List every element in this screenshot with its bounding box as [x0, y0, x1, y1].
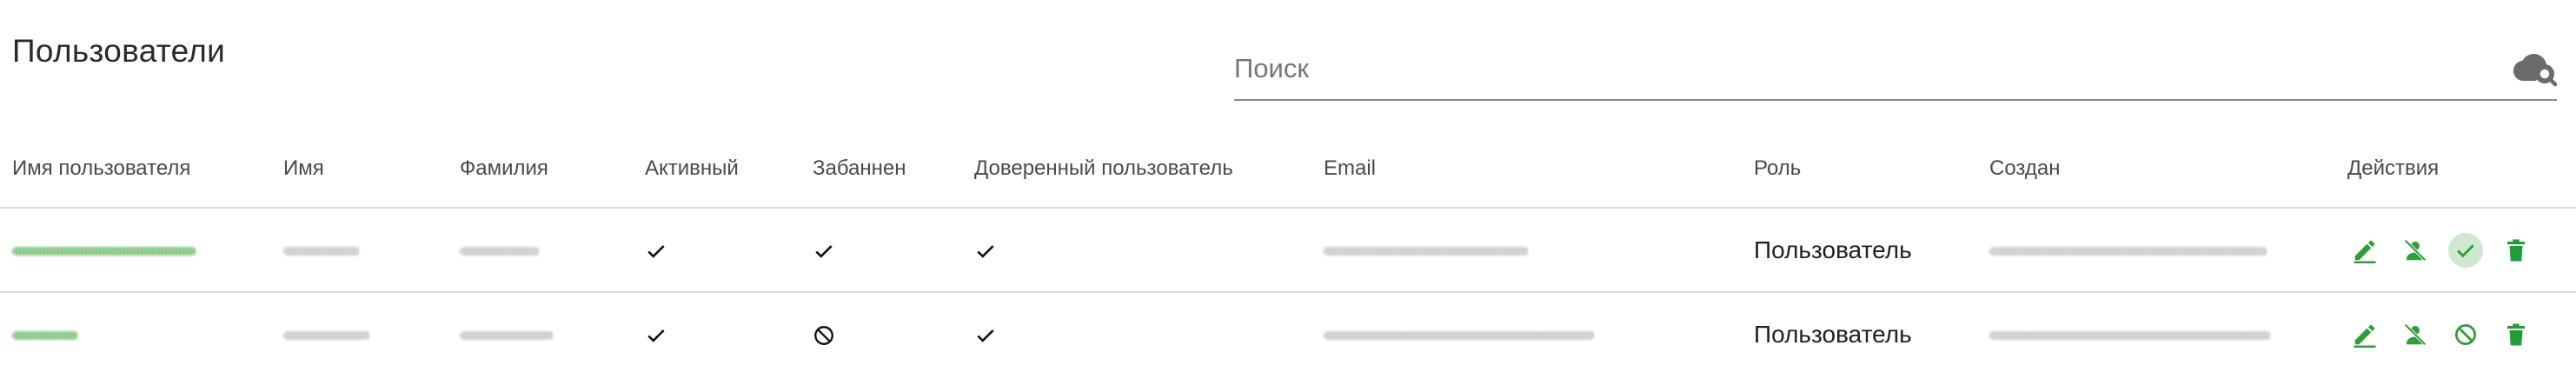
check-icon [647, 329, 665, 342]
column-header-actions: Действия [2335, 130, 2576, 209]
column-header-email[interactable]: Email [1311, 130, 1742, 209]
cell-active [633, 292, 800, 372]
created-date-redacted [1989, 247, 2267, 256]
cell-first-name [271, 292, 448, 372]
cell-banned [800, 208, 962, 293]
first-name-redacted [283, 247, 360, 256]
edit-icon[interactable] [2347, 317, 2382, 352]
column-header-active[interactable]: Активный [633, 130, 800, 209]
cell-active [633, 208, 800, 293]
remove-user-icon[interactable] [2398, 233, 2433, 268]
cell-first-name [271, 208, 448, 293]
cell-username [0, 208, 271, 293]
column-header-trusted[interactable]: Доверенный пользователь [962, 130, 1311, 209]
table-header-row: Имя пользователя Имя Фамилия Активный За… [0, 130, 2576, 209]
cell-trusted [962, 208, 1311, 293]
first-name-redacted [283, 331, 370, 341]
users-page: Пользователи Им [0, 0, 2576, 372]
column-header-first-name[interactable]: Имя [271, 130, 448, 209]
email-redacted [1324, 331, 1595, 341]
email-redacted [1324, 247, 1529, 256]
cell-role: Пользователь [1742, 292, 1977, 372]
cell-last-name [448, 208, 633, 293]
cell-actions [2335, 208, 2576, 293]
last-name-redacted [460, 247, 540, 256]
cell-last-name [448, 292, 633, 372]
cell-role: Пользователь [1742, 208, 1977, 293]
column-header-role[interactable]: Роль [1742, 130, 1977, 209]
check-icon [977, 245, 994, 258]
table-row: Пользователь [0, 208, 2576, 293]
username-link-redacted[interactable] [12, 247, 196, 256]
check-icon [815, 245, 833, 258]
cloud-search-icon[interactable] [2512, 47, 2558, 87]
block-icon[interactable] [2448, 317, 2483, 352]
column-header-created[interactable]: Создан [1977, 130, 2335, 209]
edit-icon[interactable] [2347, 233, 2382, 268]
cell-email [1311, 208, 1742, 293]
created-date-redacted [1989, 331, 2271, 341]
cell-email [1311, 292, 1742, 372]
column-header-banned[interactable]: Забаннен [800, 130, 962, 209]
block-icon [814, 326, 833, 346]
cell-trusted [962, 292, 1311, 372]
cell-username [0, 292, 271, 372]
page-title: Пользователи [12, 33, 226, 69]
last-name-redacted [460, 331, 554, 341]
cell-created [1977, 292, 2335, 372]
check-icon [647, 245, 665, 258]
delete-icon[interactable] [2499, 317, 2533, 352]
search-bar [1234, 42, 2558, 101]
check-circle-icon[interactable] [2448, 232, 2483, 268]
column-header-username[interactable]: Имя пользователя [0, 130, 271, 209]
cell-actions [2335, 292, 2576, 372]
remove-user-icon[interactable] [2398, 317, 2433, 352]
cell-created [1977, 208, 2335, 293]
column-header-last-name[interactable]: Фамилия [448, 130, 633, 209]
users-table: Имя пользователя Имя Фамилия Активный За… [0, 130, 2576, 372]
cell-banned [800, 292, 962, 372]
table-row: Пользователь [0, 292, 2576, 372]
username-link-redacted[interactable] [12, 331, 78, 341]
search-input[interactable] [1234, 49, 2486, 89]
delete-icon[interactable] [2499, 233, 2533, 268]
check-icon [977, 329, 994, 342]
